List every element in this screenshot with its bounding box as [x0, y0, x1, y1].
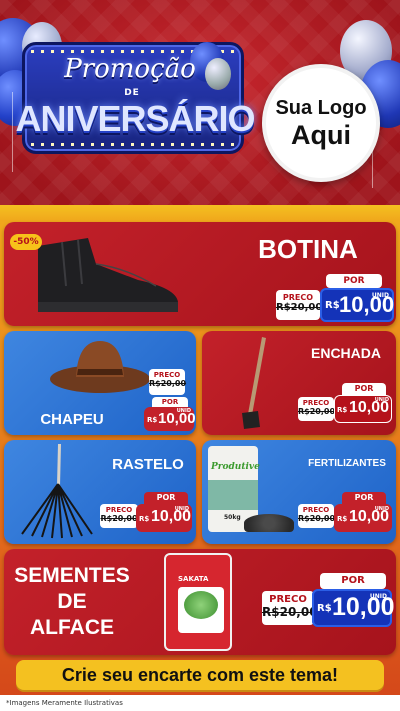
old-price-box: PRECO R$20,00	[100, 504, 138, 528]
logo-text-line1: Sua Logo	[275, 97, 367, 119]
packet-brand: SAKATA	[178, 575, 209, 583]
price-currency: R$	[337, 515, 348, 523]
old-price-box: PRECO R$20,00	[262, 591, 318, 625]
price-tag: R$ 10,00 UNID	[312, 589, 395, 627]
title-de: DE	[124, 88, 140, 98]
product-name-line: SEMENTES	[14, 564, 130, 587]
product-card-botina: BOTINA POR PRECO R$20,00 R$ 10,00 UNID	[4, 222, 396, 326]
price-unit: UNID	[369, 593, 387, 600]
product-name: BOTINA	[258, 234, 358, 264]
preco-label: PRECO	[302, 399, 330, 407]
old-price-box: PRECO R$20,00	[276, 290, 323, 320]
price-currency: R$	[139, 515, 150, 523]
price-unit: UNID	[174, 506, 189, 512]
product-card-sementes-alface: SEMENTES DE ALFACE SAKATA POR PRECO R$20…	[4, 549, 396, 655]
preco-label: PRECO	[302, 506, 330, 514]
price-unit: UNID	[374, 506, 389, 512]
discount-badge: -50%	[10, 234, 42, 250]
preco-label: PRECO	[153, 371, 181, 379]
por-label: POR	[152, 397, 188, 407]
price-unit: UNID	[371, 292, 389, 299]
old-price-box: PRECO R$20,00	[149, 369, 187, 395]
product-card-chapeu: CHAPEU PRECO R$20,00 POR R$ 10,00 UNID	[4, 331, 196, 435]
product-name: ENCHADA	[311, 345, 381, 361]
boot-image	[38, 238, 178, 312]
price-currency: R$	[325, 300, 340, 311]
price-tag: R$ 10,00 UNID	[136, 504, 192, 532]
old-price-box: PRECO R$20,00	[298, 397, 336, 421]
preco-label: PRECO	[105, 506, 133, 514]
hat-image	[50, 341, 150, 393]
product-name-line: DE	[57, 590, 87, 613]
price-currency: R$	[337, 406, 348, 414]
price-unit: UNID	[176, 408, 191, 414]
por-label: POR	[326, 274, 382, 288]
product-name-line: ALFACE	[30, 616, 114, 639]
product-name: CHAPEU	[40, 411, 104, 428]
product-name: RASTELO	[112, 456, 184, 473]
packet-label	[178, 587, 224, 633]
fertilizer-granules-image	[244, 514, 294, 532]
price-currency: R$	[317, 603, 332, 614]
price-tag: R$ 10,00 UNID	[144, 407, 196, 431]
price-tag: R$ 10,00 UNID	[320, 288, 394, 322]
old-price: R$20,00	[149, 379, 187, 388]
price-tag: R$ 10,00 UNID	[334, 395, 392, 423]
product-name: SEMENTES DE ALFACE	[12, 563, 132, 641]
old-price: R$20,00	[298, 514, 336, 523]
old-price-box: PRECO R$20,00	[298, 504, 336, 528]
logo-placeholder: Sua Logo Aqui	[262, 64, 380, 182]
marquee-lights	[31, 143, 235, 146]
title-promocao: Promoção	[64, 54, 196, 84]
header-banner: Promoção DE ANIVERSÁRIO Sua Logo Aqui	[0, 0, 400, 210]
preco-label: PRECO	[282, 293, 314, 302]
bag-stripe	[208, 480, 258, 510]
rake-image	[21, 444, 93, 539]
bag-brand: Produtive	[211, 462, 260, 472]
cta-banner: Crie seu encarte com este tema!	[16, 660, 384, 690]
por-label: POR	[342, 383, 386, 395]
seed-packet-image: SAKATA	[164, 553, 232, 651]
title-aniversario: ANIVERSÁRIO	[15, 98, 255, 139]
product-card-fertilizantes: Produtive 50kg FERTILIZANTES POR PRECO R…	[202, 440, 396, 544]
product-name: FERTILIZANTES	[308, 458, 386, 469]
bag-weight: 50kg	[224, 514, 241, 521]
price-unit: UNID	[374, 397, 389, 403]
hoe-image	[242, 337, 266, 429]
por-label: POR	[320, 573, 386, 589]
logo-text-line2: Aqui	[291, 120, 351, 150]
price-tag: R$ 10,00 UNID	[334, 504, 392, 532]
por-label: POR	[144, 492, 188, 504]
old-price: R$20,00	[298, 407, 336, 416]
product-card-enchada: ENCHADA POR PRECO R$20,00 R$ 10,00 UNID	[202, 331, 396, 435]
footnote: *Imagens Meramente Ilustrativas	[0, 695, 400, 711]
price-currency: R$	[147, 416, 158, 424]
product-card-rastelo: RASTELO POR PRECO R$20,00 R$ 10,00 UNID	[4, 440, 196, 544]
por-label: POR	[342, 492, 386, 504]
old-price: R$20,00	[100, 514, 138, 523]
lettuce-icon	[184, 591, 218, 619]
preco-label: PRECO	[269, 594, 307, 605]
old-price: R$20,00	[276, 302, 323, 313]
old-price: R$20,00	[262, 605, 318, 619]
